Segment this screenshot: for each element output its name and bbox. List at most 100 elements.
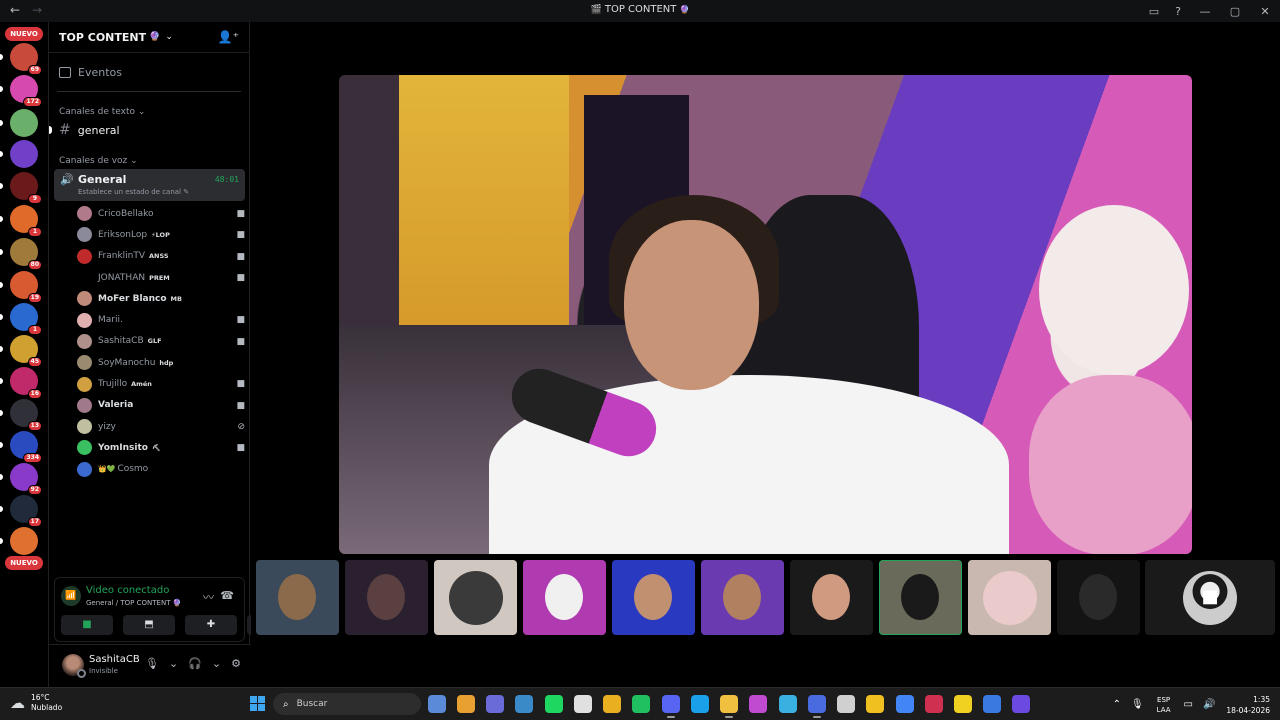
taskbar-app-icon[interactable] xyxy=(486,695,504,713)
voice-member[interactable]: Marii. ■ xyxy=(77,309,245,330)
events-item[interactable]: Eventos xyxy=(59,66,122,79)
add-member-icon[interactable]: 👤⁺ xyxy=(218,30,239,44)
chevron-up-icon[interactable]: ⌃ xyxy=(1113,699,1121,710)
taskbar-app-icon[interactable] xyxy=(574,695,592,713)
display-icon[interactable]: ▭ xyxy=(1184,699,1193,710)
voice-member[interactable]: EriksonLop ⚡LOP ■ xyxy=(77,224,245,245)
server-icon[interactable]: 16 xyxy=(10,367,42,399)
participant-tile[interactable] xyxy=(879,560,962,635)
participant-tile[interactable] xyxy=(701,560,784,635)
server-icon[interactable]: 69 xyxy=(10,43,42,75)
server-icon[interactable]: 1 xyxy=(10,303,42,335)
camera-off-tile[interactable]: ■ xyxy=(1145,560,1275,635)
activities-button[interactable]: ✚ xyxy=(185,615,237,635)
voice-member[interactable]: SoyManochu hdp xyxy=(77,352,245,373)
language-indicator[interactable]: ESP LAA xyxy=(1157,695,1171,715)
volume-icon[interactable]: 🔊 xyxy=(1203,699,1215,710)
server-header[interactable]: TOP CONTENT 🔮 ⌄ 👤⁺ xyxy=(49,22,249,53)
channel-status-prompt[interactable]: Establece un estado de canal ✎ xyxy=(78,188,189,196)
microphone-icon[interactable]: 🎙 xyxy=(1131,699,1144,710)
voice-member[interactable]: CricoBellako ■ xyxy=(77,203,245,224)
chevron-down-icon[interactable]: ⌄ xyxy=(212,657,221,670)
server-icon[interactable]: 1 xyxy=(10,205,42,237)
taskbar-app-icon[interactable] xyxy=(779,695,797,713)
forward-arrow-icon[interactable]: → xyxy=(32,3,42,17)
participant-tile[interactable] xyxy=(345,560,428,635)
voice-member[interactable]: MoFer Blanco MB xyxy=(77,288,245,309)
participant-tile[interactable] xyxy=(612,560,695,635)
taskbar-app-icon[interactable] xyxy=(515,695,533,713)
participant-tile[interactable] xyxy=(1057,560,1140,635)
microphone-icon[interactable]: 🎙 xyxy=(145,657,159,670)
participant-tile[interactable] xyxy=(790,560,873,635)
voice-channel-general[interactable]: 🔊 General 48:01 Establece un estado de c… xyxy=(54,169,245,201)
voice-member[interactable]: SashitaCB GLF ■ xyxy=(77,331,245,352)
voice-member[interactable]: 👑💚 Cosmo xyxy=(77,459,245,480)
server-icon[interactable]: 334 xyxy=(10,431,42,463)
back-arrow-icon[interactable]: ← xyxy=(10,3,20,17)
text-category[interactable]: Canales de texto ⌄ xyxy=(59,107,145,117)
voice-member[interactable]: JONATHAN PREM ■ xyxy=(77,267,245,288)
participant-tile[interactable] xyxy=(968,560,1051,635)
headphones-icon[interactable]: 🎧 xyxy=(188,657,202,670)
taskbar-app-icon[interactable] xyxy=(1012,695,1030,713)
chevron-down-icon[interactable]: ⌄ xyxy=(169,657,178,670)
disconnect-icon[interactable]: ☎ xyxy=(220,589,234,602)
taskbar-app-icon[interactable] xyxy=(749,695,767,713)
participant-tile[interactable] xyxy=(523,560,606,635)
server-icon[interactable]: 19 xyxy=(10,271,42,303)
participant-tile[interactable] xyxy=(434,560,517,635)
taskbar-app-icon[interactable] xyxy=(808,695,826,718)
voice-member[interactable]: Trujillo Amén ■ xyxy=(77,373,245,394)
help-icon[interactable]: ? xyxy=(1166,0,1190,22)
close-icon[interactable]: ✕ xyxy=(1250,0,1280,22)
server-icon[interactable] xyxy=(10,527,38,555)
taskbar-app-icon[interactable] xyxy=(925,695,943,713)
noise-suppression-icon[interactable]: 〰 xyxy=(203,589,214,605)
voice-status-title[interactable]: Video conectado xyxy=(86,585,169,596)
start-button[interactable] xyxy=(250,696,265,711)
server-icon[interactable]: 17 xyxy=(10,495,42,527)
participant-tile[interactable] xyxy=(256,560,339,635)
taskbar-app-icon[interactable] xyxy=(662,695,680,718)
taskbar-app-icon[interactable] xyxy=(457,695,475,713)
inbox-icon[interactable]: ▭ xyxy=(1142,0,1166,22)
voice-category[interactable]: Canales de voz ⌄ xyxy=(59,156,138,166)
search-input[interactable] xyxy=(296,699,397,709)
voice-status-subtitle[interactable]: General / TOP CONTENT 🔮 xyxy=(86,599,181,607)
maximize-icon[interactable]: ▢ xyxy=(1220,0,1250,22)
gear-icon[interactable]: ⚙ xyxy=(231,657,241,670)
focused-video-stream[interactable] xyxy=(339,75,1192,554)
taskbar-app-icon[interactable] xyxy=(603,695,621,713)
server-icon[interactable]: 80 xyxy=(10,238,42,270)
voice-member[interactable]: Valeria ■ xyxy=(77,395,245,416)
voice-member[interactable]: yizy ⊘ xyxy=(77,416,245,437)
user-name[interactable]: SashitaCB xyxy=(89,654,140,665)
clock[interactable]: 1:35 18-04-2026 xyxy=(1226,694,1270,716)
server-icon[interactable]: 13 xyxy=(10,399,42,431)
taskbar-app-icon[interactable] xyxy=(691,695,709,713)
taskbar-app-icon[interactable] xyxy=(954,695,972,713)
taskbar-search[interactable]: ⌕ xyxy=(273,693,421,715)
server-icon[interactable]: 92 xyxy=(10,463,42,495)
channel-general-text[interactable]: # general xyxy=(59,122,120,138)
screen-share-button[interactable]: ⬒ xyxy=(123,615,175,635)
taskbar-app-icon[interactable] xyxy=(866,695,884,713)
server-icon[interactable]: 172 xyxy=(10,75,42,107)
server-icon[interactable]: 45 xyxy=(10,335,42,367)
taskbar-app-icon[interactable] xyxy=(428,695,446,713)
server-icon[interactable]: 9 xyxy=(10,172,42,204)
voice-member[interactable]: FranklinTV ANSS ■ xyxy=(77,246,245,267)
signal-icon[interactable]: 📶 xyxy=(61,586,81,606)
weather-widget[interactable]: ☁ 16°C Nublado xyxy=(10,693,62,713)
camera-button[interactable]: ■ xyxy=(61,615,113,635)
server-icon[interactable] xyxy=(10,140,38,168)
taskbar-app-icon[interactable] xyxy=(632,695,650,713)
voice-member[interactable]: YomInsito ⛏ ■ xyxy=(77,437,245,458)
minimize-icon[interactable]: — xyxy=(1190,0,1220,22)
taskbar-app-icon[interactable] xyxy=(720,695,738,718)
taskbar-app-icon[interactable] xyxy=(983,695,1001,713)
taskbar-app-icon[interactable] xyxy=(837,695,855,713)
server-icon[interactable] xyxy=(10,109,38,137)
taskbar-app-icon[interactable] xyxy=(896,695,914,713)
